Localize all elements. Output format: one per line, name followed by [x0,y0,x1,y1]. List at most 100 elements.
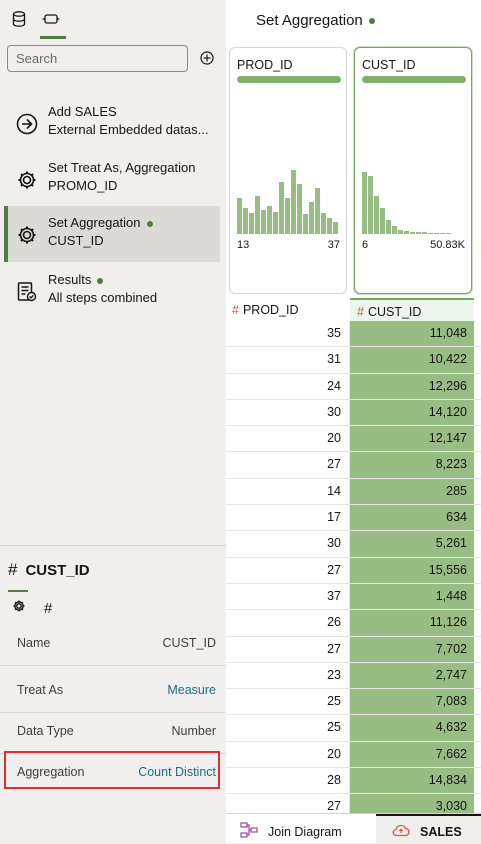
arrow-right-circle-icon [16,113,38,135]
join-diagram-tab[interactable]: Join Diagram [240,822,342,841]
table-row: 27 7,702 [226,636,481,663]
gear-icon [16,224,38,246]
cell-cust-id[interactable]: 12,296 [350,373,474,399]
cell-prod-id[interactable]: 17 [226,505,350,531]
sales-tab[interactable]: SALES [376,814,481,843]
cell-cust-id[interactable]: 7,083 [350,689,474,715]
cell-cust-id[interactable]: 14,120 [350,399,474,426]
step-title: Set Treat As, Aggregation [48,160,196,175]
cell-prod-id[interactable]: 27 [226,557,350,583]
status-dot [97,277,104,284]
column-title: # CUST_ID [8,560,90,579]
column-card-cust-id[interactable]: CUST_ID 6 50.83K [354,47,472,294]
cell-prod-id[interactable]: 27 [226,636,350,662]
cell-prod-id[interactable]: 31 [226,347,350,373]
properties-panel: # CUST_ID # Name CUST_ID Treat As Measure… [0,545,226,844]
property-name: Name CUST_ID [0,621,226,666]
cell-cust-id[interactable]: 7,662 [350,741,474,768]
step-title: Add SALES [48,104,117,119]
document-check-icon [16,281,38,303]
gear-icon [16,169,38,191]
step-subtitle: All steps combined [48,290,158,305]
cell-prod-id[interactable]: 23 [226,662,350,689]
cell-cust-id[interactable]: 15,556 [350,557,474,583]
status-dot [146,220,153,227]
cell-cust-id[interactable]: 14,834 [350,768,474,794]
table-row: 25 7,083 [226,689,481,716]
step-results[interactable]: Results All steps combined [6,263,216,319]
cell-prod-id[interactable]: 14 [226,478,350,505]
cell-prod-id[interactable]: 20 [226,741,350,768]
step-subtitle: CUST_ID [48,233,104,248]
cell-cust-id[interactable]: 2,747 [350,662,474,689]
treat-as-link[interactable]: Measure [167,683,216,697]
step-set-aggregation[interactable]: Set Aggregation CUST_ID [4,206,220,262]
property-data-type: Data Type Number [0,709,226,754]
table-row: 14 285 [226,478,481,506]
step-subtitle: PROMO_ID [48,178,118,193]
gear-icon[interactable] [12,599,26,618]
table-row: 37 1,448 [226,583,481,611]
step-add-sales[interactable]: Add SALES External Embedded datas... [6,95,216,151]
cell-prod-id[interactable]: 25 [226,689,350,715]
cell-prod-id[interactable]: 26 [226,610,350,636]
property-treat-as: Treat As Measure [0,668,226,713]
histogram [237,170,338,234]
table-row: 27 8,223 [226,452,481,479]
data-table: 35 11,048 31 10,422 24 12,296 30 14,120 20 12,147… [226,321,481,843]
table-row: 35 11,048 [226,321,481,348]
cloud-icon [392,823,410,840]
table-row: 31 10,422 [226,347,481,374]
column-header-cust-id[interactable]: # CUST_ID [350,298,474,322]
properties-tab-indicator [8,590,28,592]
cell-cust-id[interactable]: 5,261 [350,531,474,557]
data-preview: Set Aggregation PROD_ID 13 37 CUST_ID 6 … [226,0,481,843]
cell-cust-id[interactable]: 7,702 [350,636,474,662]
database-icon[interactable] [10,10,28,28]
table-row: 23 2,747 [226,662,481,690]
cell-prod-id[interactable]: 30 [226,531,350,557]
table-row: 20 7,662 [226,741,481,769]
column-card-prod-id[interactable]: PROD_ID 13 37 [229,47,347,294]
step-title: Results [48,272,104,287]
table-row: 30 14,120 [226,399,481,427]
active-tab-indicator [40,36,66,39]
cell-cust-id[interactable]: 634 [350,505,474,531]
table-row: 27 15,556 [226,557,481,584]
table-row: 24 12,296 [226,373,481,400]
cell-cust-id[interactable]: 10,422 [350,347,474,373]
cell-cust-id[interactable]: 4,632 [350,715,474,741]
step-set-treat-as[interactable]: Set Treat As, Aggregation PROMO_ID [6,151,216,207]
join-diagram-icon [240,822,258,841]
cell-prod-id[interactable]: 24 [226,373,350,399]
step-subtitle: External Embedded datas... [48,122,209,137]
cell-prod-id[interactable]: 27 [226,452,350,478]
cell-cust-id[interactable]: 285 [350,478,474,505]
transform-icon[interactable] [42,10,60,28]
highlight-box [4,751,220,789]
add-icon[interactable] [200,51,214,65]
page-title: Set Aggregation [256,12,375,29]
left-panel: Add SALES External Embedded datas... Set… [0,0,226,843]
hash-icon[interactable]: # [44,600,52,617]
panel-tabs [10,10,66,39]
search-input[interactable] [7,45,188,72]
cell-prod-id[interactable]: 35 [226,321,350,347]
cell-prod-id[interactable]: 37 [226,583,350,610]
cell-cust-id[interactable]: 1,448 [350,583,474,610]
cell-prod-id[interactable]: 25 [226,715,350,741]
cell-cust-id[interactable]: 12,147 [350,426,474,452]
cell-prod-id[interactable]: 30 [226,399,350,426]
quality-bar [237,76,341,83]
cell-prod-id[interactable]: 20 [226,426,350,452]
table-row: 20 12,147 [226,426,481,453]
histogram [362,172,451,234]
cell-prod-id[interactable]: 28 [226,768,350,794]
cell-cust-id[interactable]: 11,048 [350,321,474,347]
table-row: 26 11,126 [226,610,481,637]
properties-tabs: # [12,599,52,618]
quality-bar [362,76,466,83]
table-row: 25 4,632 [226,715,481,742]
cell-cust-id[interactable]: 11,126 [350,610,474,636]
cell-cust-id[interactable]: 8,223 [350,452,474,478]
